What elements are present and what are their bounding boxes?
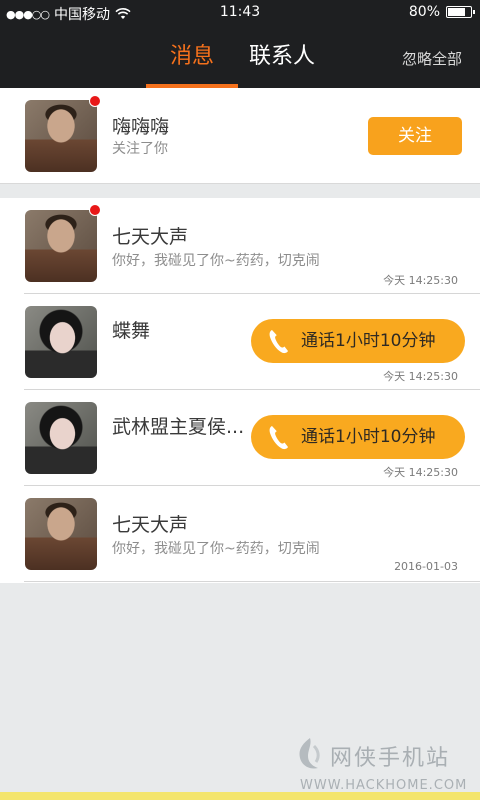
watermark-name: 网侠手机站 [330, 746, 451, 771]
follow-button[interactable]: 关注 [368, 117, 462, 155]
message-list: 七天大声 你好，我碰见了你~药药，切克闹 今天 14:25:30 蝶舞 通话1小… [0, 198, 480, 583]
message-time: 今天 14:25:30 [383, 274, 458, 287]
message-preview: 你好，我碰见了你~药药，切克闹 [112, 541, 320, 557]
avatar[interactable] [25, 498, 97, 570]
message-time: 今天 14:25:30 [383, 370, 458, 383]
watermark: 网侠手机站 WWW.HACKHOME.COM [292, 734, 472, 796]
battery-level-fill [448, 8, 465, 16]
unread-dot [89, 204, 101, 216]
avatar[interactable] [25, 210, 97, 282]
battery-percent: 80% [408, 4, 440, 20]
follow-subtitle: 关注了你 [112, 141, 168, 157]
status-right: 80% [408, 4, 475, 20]
phone-icon [269, 330, 288, 354]
unread-dot [89, 95, 101, 107]
ignore-all-button[interactable]: 忽略全部 [402, 48, 462, 69]
tab-contacts[interactable]: 联系人 [240, 26, 324, 88]
avatar[interactable] [25, 306, 97, 378]
message-time: 今天 14:25:30 [383, 466, 458, 479]
watermark-logo-icon [299, 738, 320, 769]
call-duration: 通话1小时10分钟 [301, 427, 436, 447]
battery-icon [446, 6, 475, 18]
call-duration: 通话1小时10分钟 [301, 331, 436, 351]
message-time: 2016-01-03 [394, 560, 458, 573]
avatar[interactable] [25, 100, 97, 172]
contact-name: 蝶舞 [112, 320, 151, 342]
divider [24, 581, 480, 582]
call-record-button[interactable]: 通话1小时10分钟 [251, 319, 465, 363]
tab-messages-label: 消息 [169, 44, 214, 69]
contact-name: 七天大声 [112, 226, 189, 248]
list-item[interactable]: 蝶舞 通话1小时10分钟 今天 14:25:30 [0, 294, 480, 390]
follow-notification[interactable]: 嗨嗨嗨 关注了你 关注 [0, 88, 480, 184]
bottom-bar [0, 792, 480, 800]
contact-name: 武林盟主夏侯... [112, 416, 245, 438]
tab-messages[interactable]: 消息 [146, 26, 238, 88]
phone-icon [269, 426, 288, 450]
list-item[interactable]: 七天大声 你好，我碰见了你~药药，切克闹 今天 14:25:30 [0, 198, 480, 294]
call-record-button[interactable]: 通话1小时10分钟 [251, 415, 465, 459]
contact-name: 七天大声 [112, 514, 189, 536]
status-bar: ●●●○○ 中国移动 11:43 80% [0, 0, 480, 26]
header: 消息 联系人 忽略全部 [0, 26, 480, 88]
message-preview: 你好，我碰见了你~药药，切克闹 [112, 253, 320, 269]
follower-name: 嗨嗨嗨 [112, 116, 170, 138]
list-item[interactable]: 武林盟主夏侯... 通话1小时10分钟 今天 14:25:30 [0, 390, 480, 486]
watermark-url: WWW.HACKHOME.COM [300, 778, 468, 793]
tab-contacts-label: 联系人 [248, 44, 315, 69]
list-item[interactable]: 七天大声 你好，我碰见了你~药药，切克闹 2016-01-03 [0, 486, 480, 582]
avatar[interactable] [25, 402, 97, 474]
